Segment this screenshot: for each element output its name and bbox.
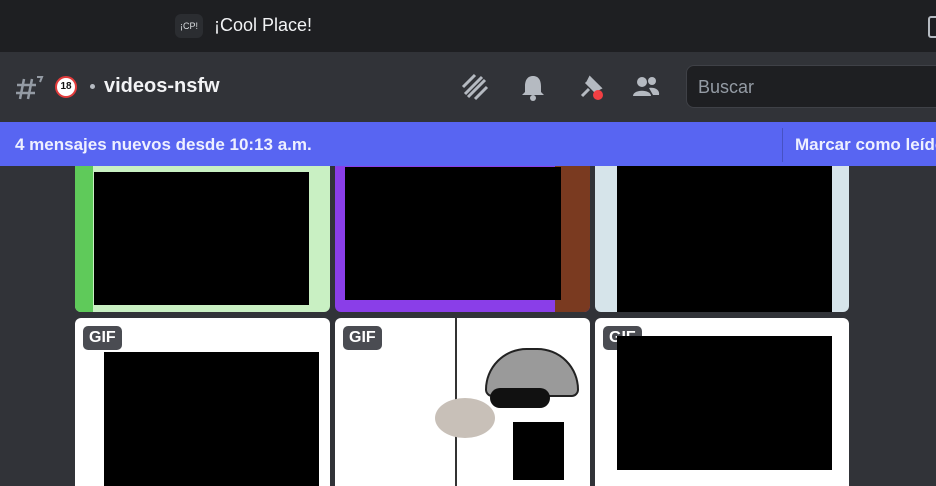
search-placeholder: Buscar xyxy=(698,77,755,97)
redacted-block xyxy=(94,172,309,305)
mark-as-read-label: Marcar como leído xyxy=(795,135,936,154)
title-bar xyxy=(0,0,936,52)
redacted-block xyxy=(513,422,564,480)
media-tile[interactable]: GIF xyxy=(595,318,849,486)
pin-icon[interactable] xyxy=(576,72,606,102)
channel-name: videos-nsfw xyxy=(104,75,220,97)
media-tile[interactable] xyxy=(75,166,330,312)
server-name: ¡Cool Place! xyxy=(214,15,313,35)
gif-badge: GIF xyxy=(343,326,382,350)
members-icon[interactable] xyxy=(631,72,661,102)
media-tile[interactable]: GIF xyxy=(75,318,330,486)
gif-badge: GIF xyxy=(83,326,122,350)
new-messages-text: 4 mensajes nuevos desde 10:13 a.m. xyxy=(15,135,312,154)
redacted-block xyxy=(617,336,832,470)
bell-icon[interactable] xyxy=(518,72,548,102)
threads-icon[interactable] xyxy=(460,72,490,102)
media-artwork xyxy=(435,398,495,438)
window-maximize-icon[interactable] xyxy=(928,16,936,38)
redacted-block xyxy=(617,166,832,312)
media-artwork xyxy=(75,166,93,312)
media-tile[interactable] xyxy=(595,166,849,312)
media-tile[interactable]: GIF xyxy=(335,318,590,486)
separator-dot xyxy=(90,84,95,89)
redacted-block xyxy=(104,352,319,486)
server-icon[interactable]: ¡CP! xyxy=(175,14,203,38)
channel-hash-icon xyxy=(16,76,44,100)
message-area: GIF GIF GIF xyxy=(0,166,936,486)
redacted-block xyxy=(345,167,561,300)
media-artwork xyxy=(490,388,550,408)
media-tile[interactable] xyxy=(335,166,590,312)
mark-as-read-button[interactable]: Marcar como leído xyxy=(782,128,936,162)
age-restricted-icon: 18 xyxy=(55,76,77,98)
